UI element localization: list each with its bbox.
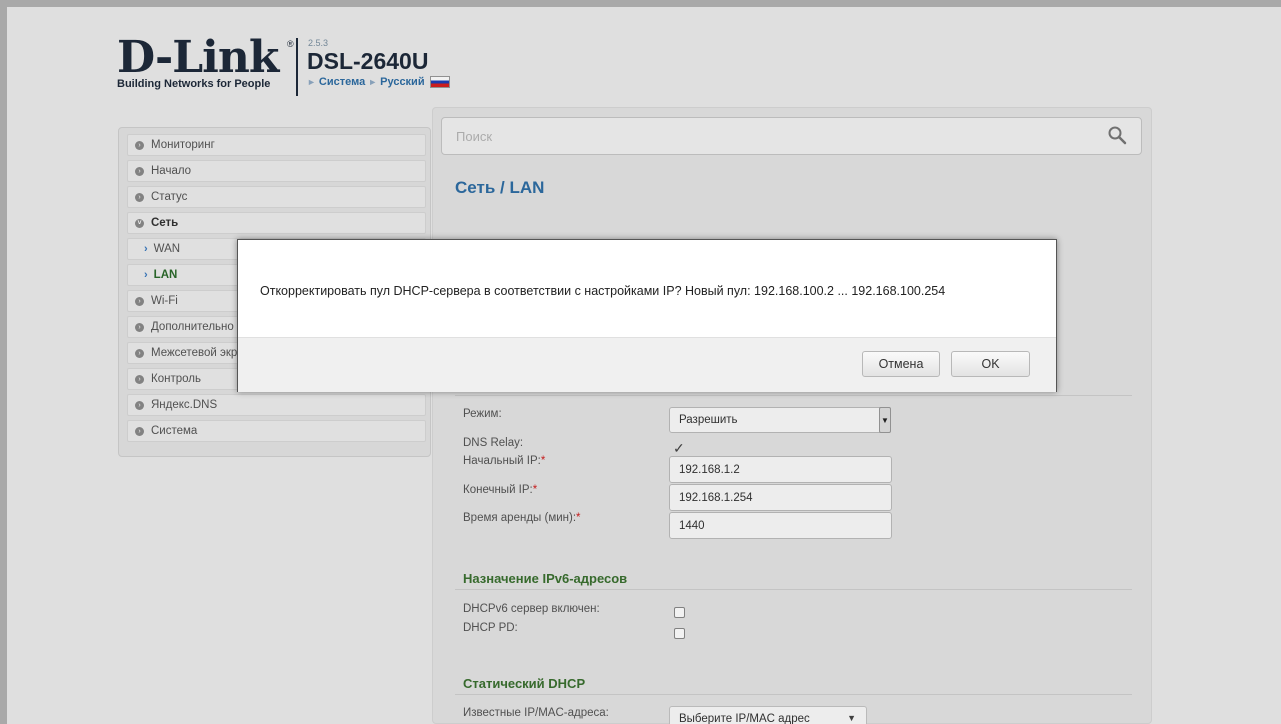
cancel-button[interactable]: Отмена bbox=[862, 351, 940, 377]
dialog-message: Откорректировать пул DHCP-сервера в соот… bbox=[260, 284, 946, 298]
confirm-dialog: Откорректировать пул DHCP-сервера в соот… bbox=[237, 239, 1057, 392]
ok-button[interactable]: OK bbox=[951, 351, 1030, 377]
dialog-footer: Отмена OK bbox=[238, 337, 1056, 392]
